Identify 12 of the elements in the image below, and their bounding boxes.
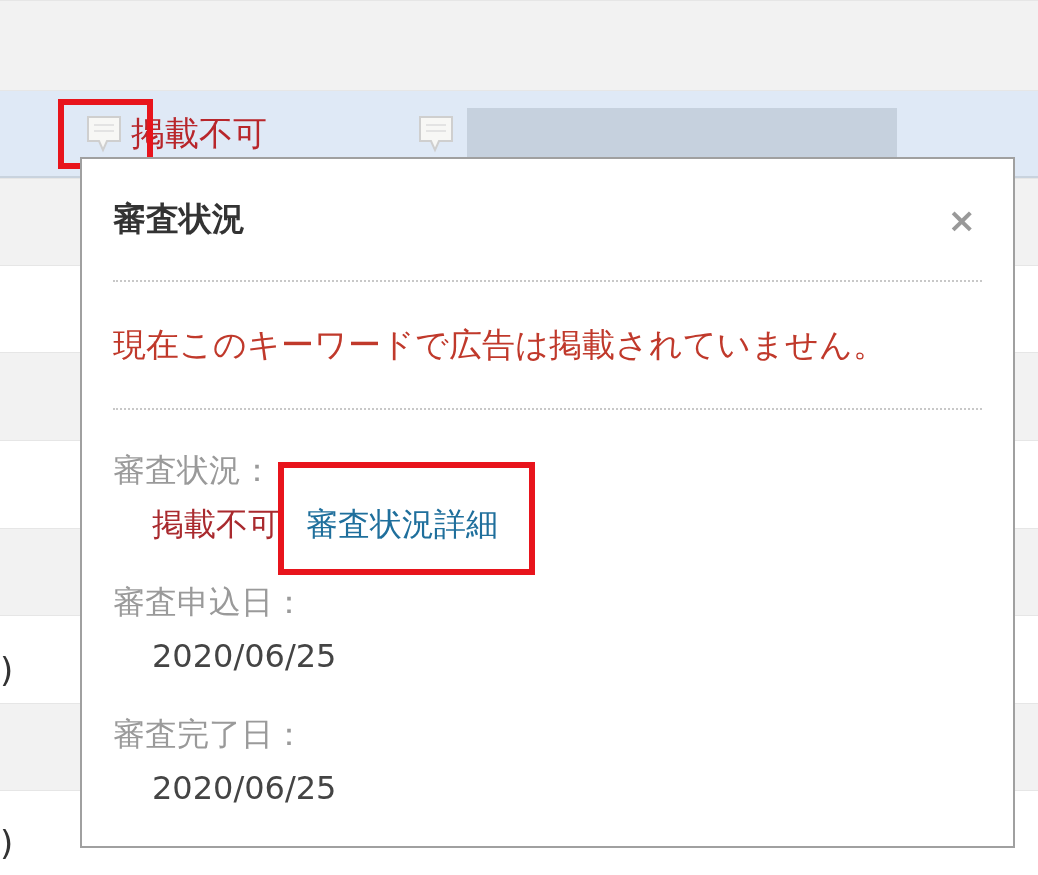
date-value: 2020/06/25 — [152, 636, 337, 677]
close-button[interactable]: × — [941, 199, 982, 240]
table-cell: ) — [0, 649, 14, 690]
date-value: 2020/06/25 — [152, 768, 337, 809]
status-message: 現在このキーワードで広告は掲載されていません。 — [113, 323, 886, 366]
status-value: 掲載不可 — [152, 504, 280, 545]
field-label: 審査状況： — [113, 450, 273, 491]
field-label: 審査完了日： — [113, 714, 305, 755]
detail-link[interactable]: 審査状況詳細 — [306, 502, 498, 546]
field-label: 審査申込日： — [113, 582, 305, 623]
table-cell: ) — [0, 823, 14, 863]
popup-title: 審査状況 — [113, 198, 245, 240]
